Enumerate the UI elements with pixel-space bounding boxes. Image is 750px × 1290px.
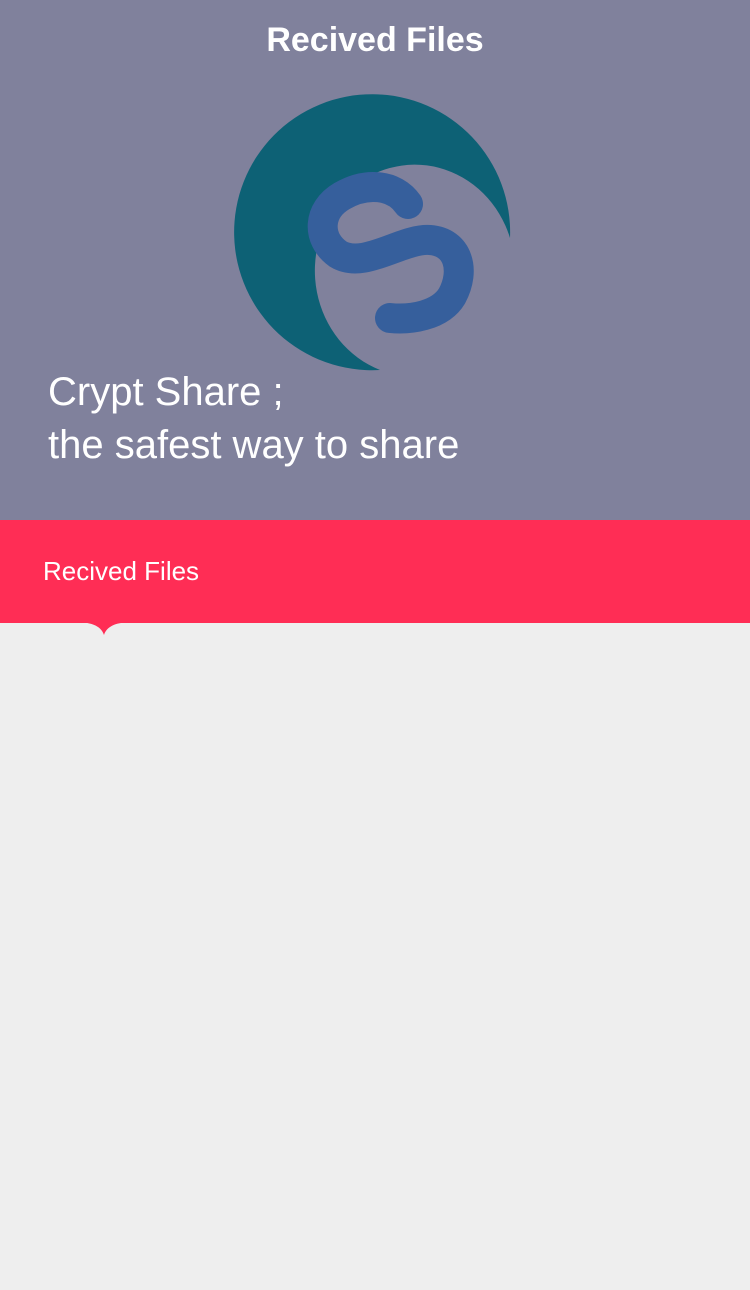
crypt-share-logo-icon — [234, 94, 511, 371]
app-screen: Recived Files Crypt Share ; the safest w… — [0, 0, 750, 1290]
page-title: Recived Files — [266, 21, 484, 59]
content-area — [0, 623, 750, 1290]
tagline-line-1: Crypt Share ; — [48, 370, 284, 414]
tab-bar: Recived Files — [0, 520, 750, 623]
tab-recived-files[interactable]: Recived Files — [0, 520, 242, 623]
tagline: Crypt Share ; the safest way to share — [48, 366, 459, 472]
hero-header: Recived Files Crypt Share ; the safest w… — [0, 0, 750, 520]
tagline-line-2: the safest way to share — [48, 423, 460, 467]
logo-s — [307, 172, 474, 334]
tab-selected-indicator — [75, 622, 133, 635]
logo-ring — [234, 94, 511, 371]
